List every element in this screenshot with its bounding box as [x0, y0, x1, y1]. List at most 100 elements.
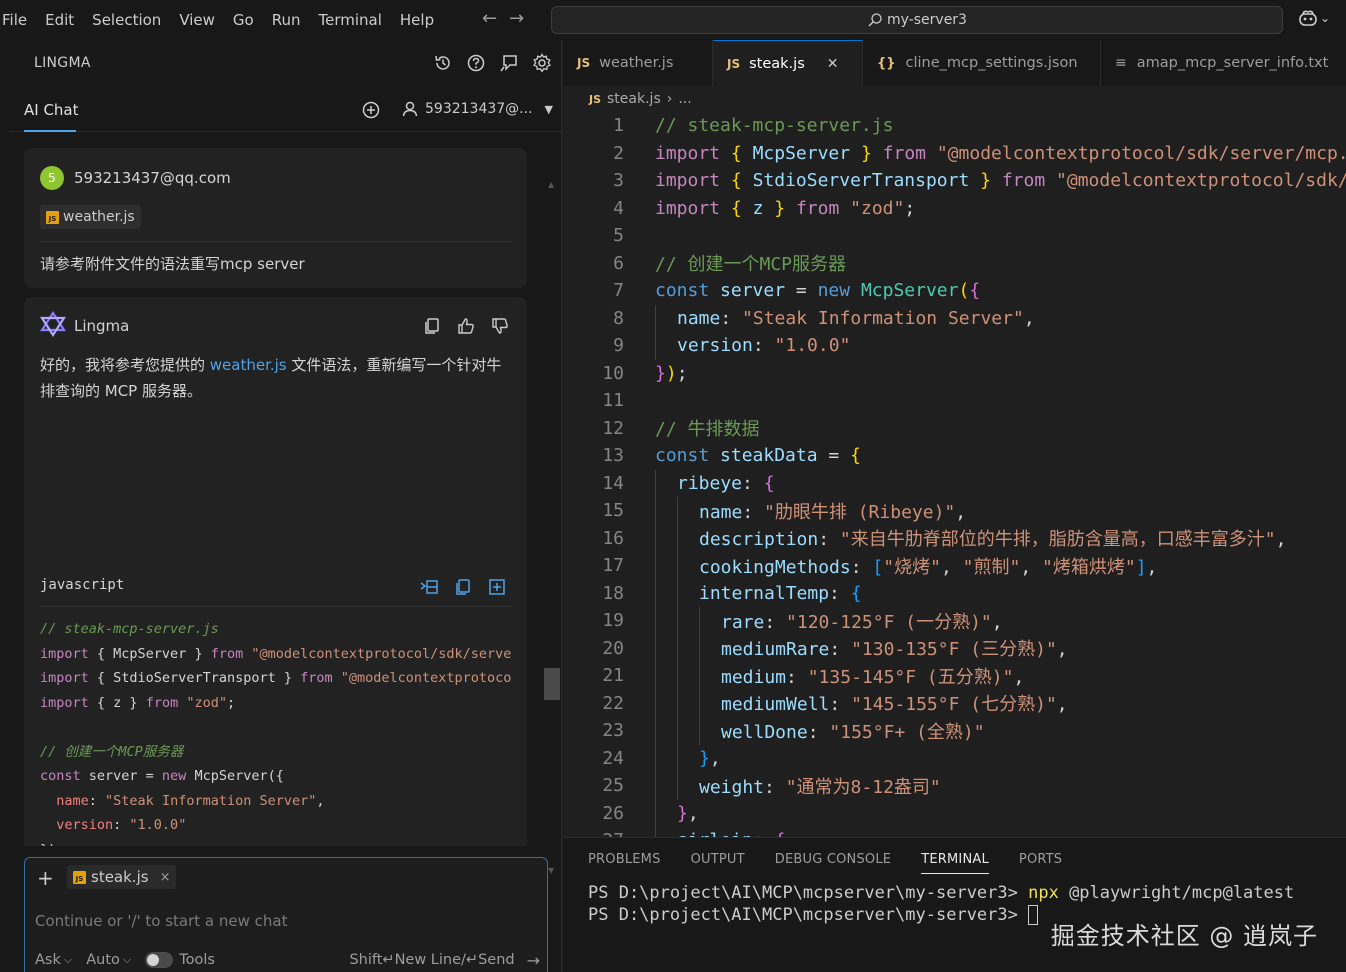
account-selector[interactable]: 593213437@... ▼: [401, 100, 553, 118]
indent-guide: [677, 552, 678, 580]
line-number: 16: [602, 527, 624, 549]
code-token: StdioServerTransport: [752, 170, 970, 192]
snippet-line: // 创建一个MCP服务器: [40, 740, 512, 765]
tab-cline-mcp-settings[interactable]: {} cline_mcp_settings.json: [863, 40, 1101, 86]
send-arrow-icon[interactable]: →: [527, 951, 540, 970]
code-text: name: "肋眼牛排 (Ribeye)",: [699, 498, 966, 524]
code-token: }: [980, 170, 991, 192]
snippet-token: import: [40, 670, 89, 686]
code-token: ,: [1020, 556, 1042, 578]
chat-scrollbar[interactable]: ▲ ▼: [544, 180, 560, 880]
code-editor[interactable]: 1 // steak-mcp-server.js 2 import { McpServ…: [563, 112, 1346, 837]
menu-help[interactable]: Help: [391, 11, 443, 29]
chat-input-placeholder[interactable]: Continue or '/' to start a new chat: [35, 912, 288, 930]
tab-ports[interactable]: PORTS: [1019, 852, 1062, 874]
mode-select[interactable]: Ask ⌵: [35, 952, 72, 968]
tab-problems[interactable]: PROBLEMS: [588, 852, 661, 874]
breadcrumb-symbol[interactable]: ...: [678, 91, 691, 107]
copy-code-icon[interactable]: [454, 578, 472, 596]
code-text: name: "Steak Information Server",: [677, 308, 1035, 329]
code-token: z: [752, 197, 764, 219]
tab-amap-mcp-info[interactable]: ≡ amap_mcp_server_info.txt: [1101, 40, 1346, 86]
add-context-icon[interactable]: +: [37, 866, 54, 890]
command-center-search[interactable]: my-server3: [551, 6, 1283, 34]
code-text: mediumWell: "145-155°F (七分熟)",: [721, 690, 1068, 716]
snippet-token: ;: [226, 694, 236, 711]
code-line: 11: [563, 387, 1346, 415]
code-token: :: [829, 639, 852, 661]
chat-input-footer: Ask ⌵ Auto ⌵ Tools Shift↵New Line/↵Send …: [35, 950, 540, 970]
copilot-menu[interactable]: ⌄: [1298, 9, 1330, 27]
tab-ai-chat[interactable]: AI Chat: [24, 101, 79, 119]
code-text: import { z } from "zod";: [655, 198, 915, 219]
send-hint: Shift↵New Line/↵Send →: [349, 951, 540, 970]
line-number: 22: [602, 692, 624, 714]
attachment-chip[interactable]: JS weather.js: [40, 205, 141, 229]
code-token: "烧烤": [883, 556, 941, 578]
chat-input-box[interactable]: + JS steak.js × Continue or '/' to start…: [24, 857, 548, 972]
menu-file[interactable]: File: [0, 11, 36, 29]
back-arrow-icon[interactable]: ←: [482, 8, 497, 29]
menu-edit[interactable]: Edit: [36, 11, 83, 29]
thumbs-down-icon[interactable]: [491, 317, 509, 335]
history-icon[interactable]: [433, 53, 453, 73]
code-token: rare: [721, 611, 765, 633]
copy-icon[interactable]: [423, 317, 441, 335]
menu-terminal[interactable]: Terminal: [310, 11, 391, 29]
code-actions: [420, 578, 506, 596]
terminal-cursor: [1028, 905, 1039, 925]
code-token: from: [795, 197, 840, 219]
code-line: 6 // 创建一个MCP服务器: [563, 250, 1346, 278]
code-text: internalTemp: {: [699, 583, 862, 604]
scroll-up-icon[interactable]: ▲: [548, 180, 554, 189]
chevron-down-icon: ⌵: [122, 953, 132, 966]
context-file-chip[interactable]: JS steak.js ×: [67, 865, 177, 889]
tools-toggle[interactable]: Tools: [145, 952, 215, 968]
breadcrumb-file[interactable]: steak.js: [607, 91, 661, 107]
ai-text-before: 好的，我将参考您提供的: [40, 356, 210, 374]
thumbs-up-icon[interactable]: [457, 317, 475, 335]
help-icon[interactable]: [466, 53, 486, 73]
close-icon[interactable]: ×: [160, 870, 171, 885]
menu-go[interactable]: Go: [224, 11, 263, 29]
close-icon[interactable]: ✕: [827, 56, 839, 72]
indent-guide: [655, 524, 656, 552]
line-number: 27: [563, 830, 624, 837]
line-number: 23: [602, 720, 624, 742]
new-file-icon[interactable]: [488, 578, 506, 596]
new-chat-plus-icon[interactable]: [361, 100, 381, 120]
settings-gear-icon[interactable]: [532, 53, 552, 73]
scrollbar-thumb[interactable]: [544, 668, 560, 700]
lingma-logo-icon: [40, 311, 66, 337]
tab-weather-js[interactable]: JS weather.js: [563, 40, 713, 86]
toggle-switch[interactable]: [145, 952, 174, 968]
tab-debug-console[interactable]: DEBUG CONSOLE: [775, 852, 891, 874]
indent-guide: [699, 634, 700, 662]
snippet-token: "Steak Information Server": [105, 792, 317, 809]
code-line: 19 rare: "120-125°F (一分熟)",: [563, 607, 1346, 635]
user-message-text: 请参考附件文件的语法重写mcp server: [40, 255, 305, 273]
editor-tabs: JS weather.js JS steak.js ✕ {} cline_mcp…: [563, 40, 1346, 86]
forward-arrow-icon[interactable]: →: [509, 8, 524, 29]
menu-view[interactable]: View: [170, 11, 224, 29]
file-link[interactable]: weather.js: [210, 356, 287, 374]
menu-run[interactable]: Run: [263, 11, 310, 29]
scroll-down-icon[interactable]: ▼: [548, 866, 554, 875]
text-file-icon: ≡: [1115, 55, 1127, 71]
insert-code-icon[interactable]: [420, 578, 438, 596]
js-file-icon: JS: [727, 56, 741, 71]
navigation-arrows: ← →: [482, 8, 524, 29]
line-number: 10: [602, 362, 624, 384]
tab-output[interactable]: OUTPUT: [691, 852, 745, 874]
tab-steak-js[interactable]: JS steak.js ✕: [713, 40, 863, 86]
model-select[interactable]: Auto ⌵: [86, 952, 131, 968]
feedback-icon[interactable]: [499, 53, 519, 73]
tab-terminal[interactable]: TERMINAL: [921, 852, 989, 874]
menu-selection[interactable]: Selection: [83, 11, 170, 29]
lingma-panel: LINGMA AI Chat 593213437@... ▼ 5 5932134…: [0, 40, 562, 972]
snippet-token: import: [40, 645, 89, 662]
code-token: {: [730, 197, 742, 219]
vscode-window: File Edit Selection View Go Run Terminal…: [0, 0, 1346, 972]
copilot-icon: [1299, 10, 1317, 26]
